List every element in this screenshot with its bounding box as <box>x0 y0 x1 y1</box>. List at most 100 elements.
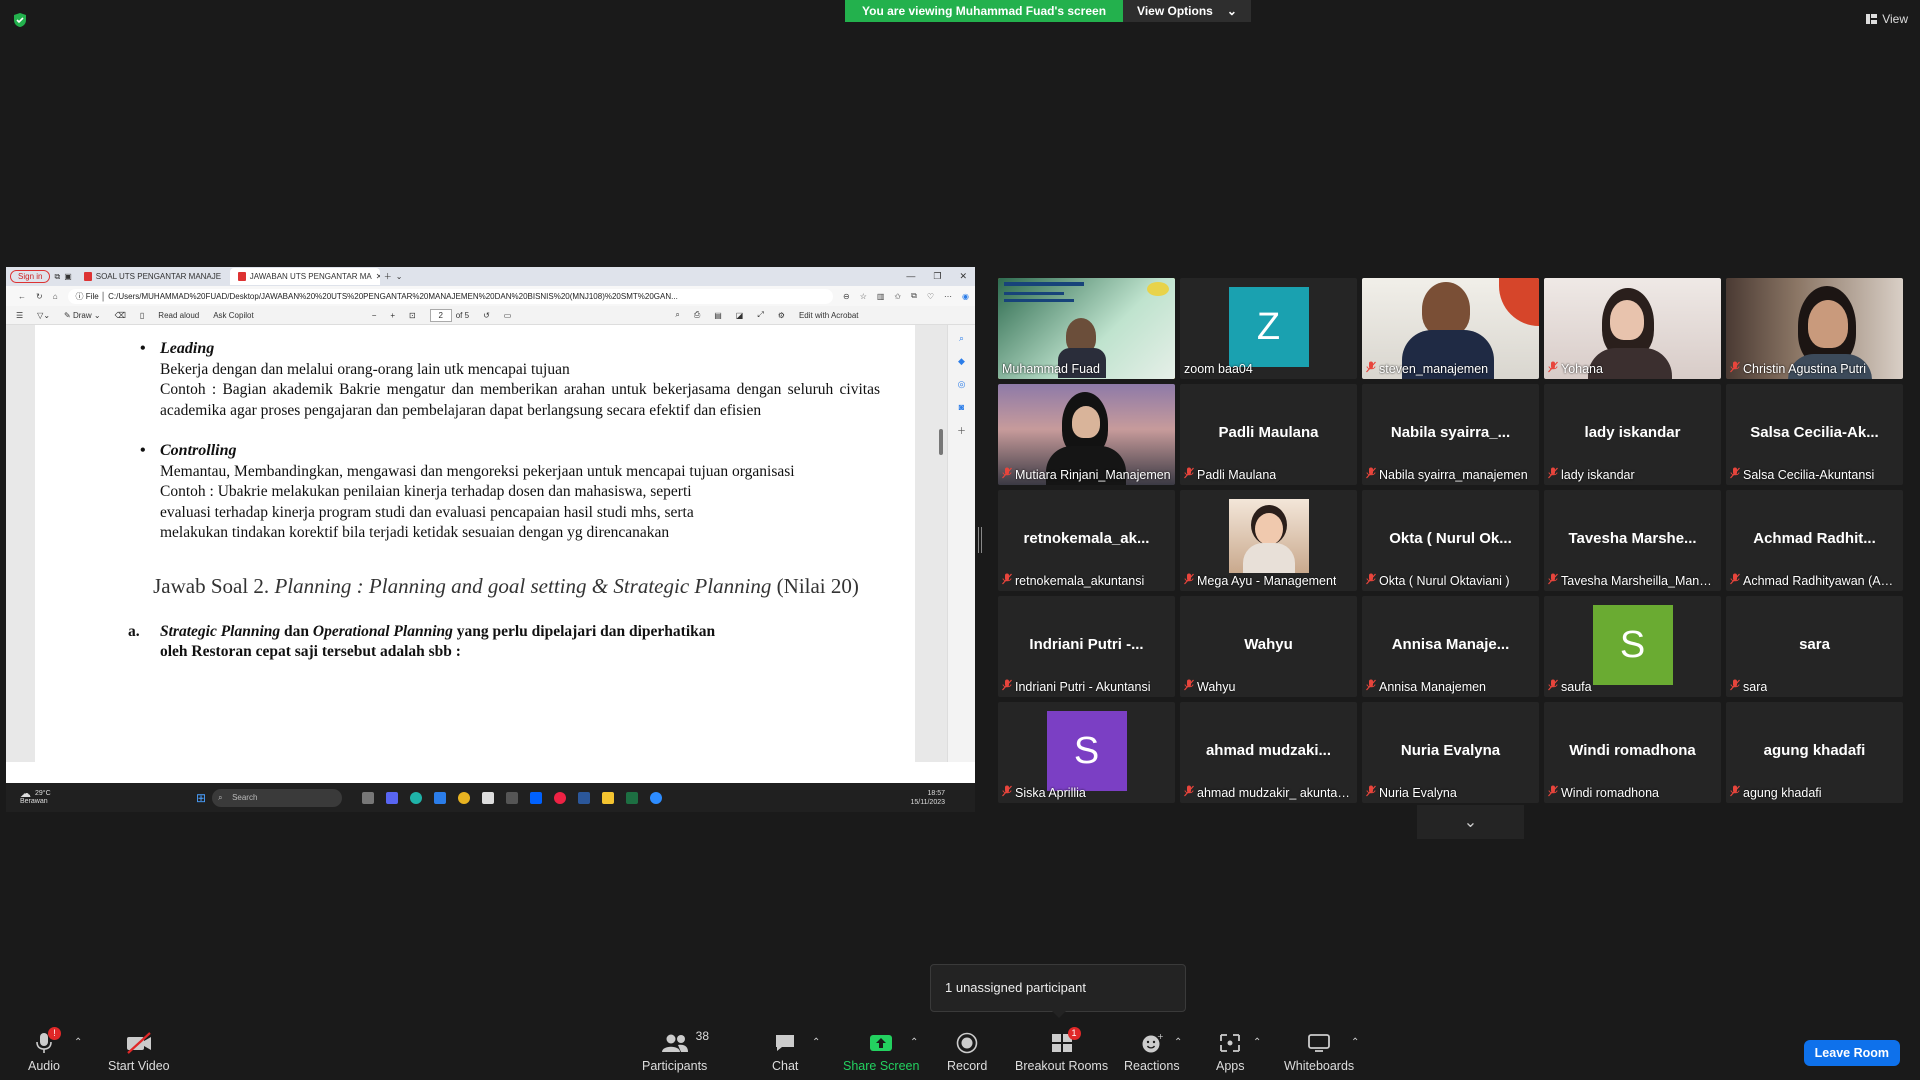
tab-actions-icon[interactable]: ⧉ <box>54 272 60 282</box>
add-sidebar-icon[interactable]: ＋ <box>957 424 966 437</box>
participant-tile[interactable]: Muhammad Fuad <box>998 278 1175 379</box>
chat-button[interactable]: Chat <box>772 1031 798 1073</box>
participant-tile[interactable]: Nuria Evalyna Nuria Evalyna <box>1362 702 1539 803</box>
task-view-icon[interactable] <box>362 791 375 804</box>
fit-page-icon[interactable]: ⊡ <box>409 311 416 320</box>
more-icon[interactable]: ⋯ <box>944 292 952 301</box>
url-field[interactable]: ⓘ File │ C:/Users/MUHAMMAD%20FUAD/Deskto… <box>67 288 833 304</box>
participant-tile[interactable]: lady iskandar lady iskandar <box>1544 384 1721 485</box>
contents-icon[interactable]: ☰ <box>16 311 23 320</box>
participant-tile[interactable]: Okta ( Nurul Ok... Okta ( Nurul Oktaviani… <box>1362 490 1539 591</box>
save-as-icon[interactable]: ◪ <box>736 311 744 320</box>
participant-tile[interactable]: retnokemala_ak... retnokemala_akuntansi <box>998 490 1175 591</box>
word-icon[interactable] <box>578 791 591 804</box>
sign-in-button[interactable]: Sign in <box>10 270 51 283</box>
close-icon[interactable]: ✕ <box>225 272 226 281</box>
store-icon[interactable] <box>482 791 495 804</box>
system-tray[interactable]: 18:57 15/11/2023 <box>910 789 975 807</box>
search-sidebar-icon[interactable]: ⌕ <box>959 333 964 344</box>
collections-icon[interactable]: ⧉ <box>911 291 917 301</box>
print-icon[interactable]: ⎙ <box>694 310 700 320</box>
dropbox-icon[interactable] <box>530 791 543 804</box>
share-options-caret[interactable]: ⌃ <box>910 1037 918 1048</box>
maximize-icon[interactable]: ❐ <box>933 271 941 282</box>
whiteboards-button[interactable]: Whiteboards <box>1284 1031 1354 1073</box>
participant-tile[interactable]: Christin Agustina Putri <box>1726 278 1903 379</box>
participant-tile[interactable]: S Siska Aprillia <box>998 702 1175 803</box>
edge-icon[interactable] <box>410 791 423 804</box>
participant-tile[interactable]: Ssaufa <box>1544 596 1721 697</box>
participant-tile[interactable]: Salsa Cecilia-Ak... Salsa Cecilia-Akuntan… <box>1726 384 1903 485</box>
share-screen-button[interactable]: Share Screen <box>843 1031 919 1073</box>
participant-tile[interactable]: Annisa Manaje... Annisa Manajemen <box>1362 596 1539 697</box>
rotate-icon[interactable]: ↺ <box>483 311 490 320</box>
tag-icon[interactable]: ◆ <box>958 356 965 367</box>
browser-tab-jawaban[interactable]: JAWABAN UTS PENGANTAR MA ✕ <box>229 268 380 285</box>
weather-widget[interactable]: ☁ 29°C Berawan <box>6 788 196 806</box>
pdf-scrollbar[interactable] <box>939 429 943 455</box>
settings-icon[interactable]: ⚙ <box>778 311 785 320</box>
participant-tile[interactable]: sara sara <box>1726 596 1903 697</box>
participant-tile[interactable]: Wahyu Wahyu <box>1180 596 1357 697</box>
view-button[interactable]: View <box>1866 12 1908 26</box>
security-shield-icon[interactable] <box>12 12 28 28</box>
view-options-button[interactable]: View Options ⌄ <box>1123 0 1251 22</box>
split-screen-icon[interactable]: ▥ <box>877 292 885 301</box>
excel-icon[interactable] <box>626 791 639 804</box>
home-icon[interactable]: ⌂ <box>53 292 58 301</box>
participant-tile[interactable]: Mega Ayu - Management <box>1180 490 1357 591</box>
copilot-icon[interactable]: ◉ <box>962 292 975 301</box>
tab-dropdown-icon[interactable]: ⌄ <box>396 272 403 281</box>
office-icon[interactable]: ◎ <box>958 379 966 390</box>
browser-tab-soal[interactable]: SOAL UTS PENGANTAR MANAJE ✕ <box>76 268 226 285</box>
refresh-icon[interactable]: ↻ <box>36 292 43 301</box>
minimize-icon[interactable]: — <box>906 271 915 282</box>
outlook-icon[interactable]: ◙ <box>959 402 964 412</box>
draw-button[interactable]: ✎ Draw ⌄ <box>64 311 101 320</box>
audio-options-caret[interactable]: ⌃ <box>74 1037 82 1048</box>
participants-button[interactable]: 38 Participants <box>642 1029 709 1073</box>
participant-tile[interactable]: Zzoom baa04 <box>1180 278 1357 379</box>
meet-icon[interactable] <box>386 791 399 804</box>
participant-tile[interactable]: steven_manajemen <box>1362 278 1539 379</box>
reactions-options-caret[interactable]: ⌃ <box>1174 1037 1182 1048</box>
save-icon[interactable]: ▤ <box>714 311 722 320</box>
breakout-popover[interactable]: 1 unassigned participant <box>930 964 1186 1018</box>
erase-icon[interactable]: ⌫ <box>115 311 126 320</box>
audio-button[interactable]: ! Audio <box>28 1027 61 1073</box>
chat-options-caret[interactable]: ⌃ <box>812 1037 820 1048</box>
participant-tile[interactable]: Padli Maulana Padli Maulana <box>1180 384 1357 485</box>
windows-start-icon[interactable]: ⊞ <box>196 791 206 805</box>
zoom-app-icon[interactable] <box>650 791 663 804</box>
favorites-icon[interactable]: ✩ <box>894 292 901 301</box>
whiteboards-options-caret[interactable]: ⌃ <box>1351 1037 1359 1048</box>
new-tab-icon[interactable]: ＋ <box>384 271 392 282</box>
page-number-input[interactable]: 2 <box>429 308 452 322</box>
favorite-icon[interactable]: ☆ <box>860 292 867 301</box>
explorer-icon[interactable] <box>602 791 615 804</box>
reactions-button[interactable]: + Reactions <box>1124 1031 1180 1073</box>
participant-tile[interactable]: Indriani Putri -... Indriani Putri - Akun… <box>998 596 1175 697</box>
mail-icon[interactable] <box>434 791 447 804</box>
participant-tile[interactable]: Yohana <box>1544 278 1721 379</box>
close-window-icon[interactable]: ✕ <box>959 271 967 282</box>
calculator-icon[interactable] <box>506 791 519 804</box>
breakout-rooms-button[interactable]: 1 Breakout Rooms <box>1015 1027 1108 1073</box>
participant-tile[interactable]: ahmad mudzaki... ahmad mudzakir_ akuntans… <box>1180 702 1357 803</box>
split-divider-handle[interactable] <box>978 527 982 553</box>
record-app-icon[interactable] <box>554 791 567 804</box>
taskbar-search[interactable]: ⌕ Search <box>212 788 343 807</box>
participant-tile[interactable]: agung khadafi agung khadafi <box>1726 702 1903 803</box>
zoom-out-icon[interactable]: − <box>372 311 377 320</box>
participant-tile[interactable]: Tavesha Marshe... Tavesha Marsheilla_Mana… <box>1544 490 1721 591</box>
edit-acrobat-button[interactable]: Edit with Acrobat <box>799 311 859 320</box>
participant-tile[interactable]: Achmad Radhit... Achmad Radhityawan (Akun… <box>1726 490 1903 591</box>
chrome-icon[interactable] <box>458 791 471 804</box>
two-page-icon[interactable]: ▭ <box>504 311 512 320</box>
record-button[interactable]: Record <box>947 1031 987 1073</box>
gallery-next-page-button[interactable]: ⌄ <box>1417 805 1524 839</box>
participant-tile[interactable]: Mutiara Rinjani_Manajemen <box>998 384 1175 485</box>
participant-tile[interactable]: Nabila syairra_... Nabila syairra_manajem… <box>1362 384 1539 485</box>
read-aloud-button[interactable]: Read aloud <box>158 311 199 320</box>
zoom-in-icon[interactable]: + <box>390 311 395 320</box>
